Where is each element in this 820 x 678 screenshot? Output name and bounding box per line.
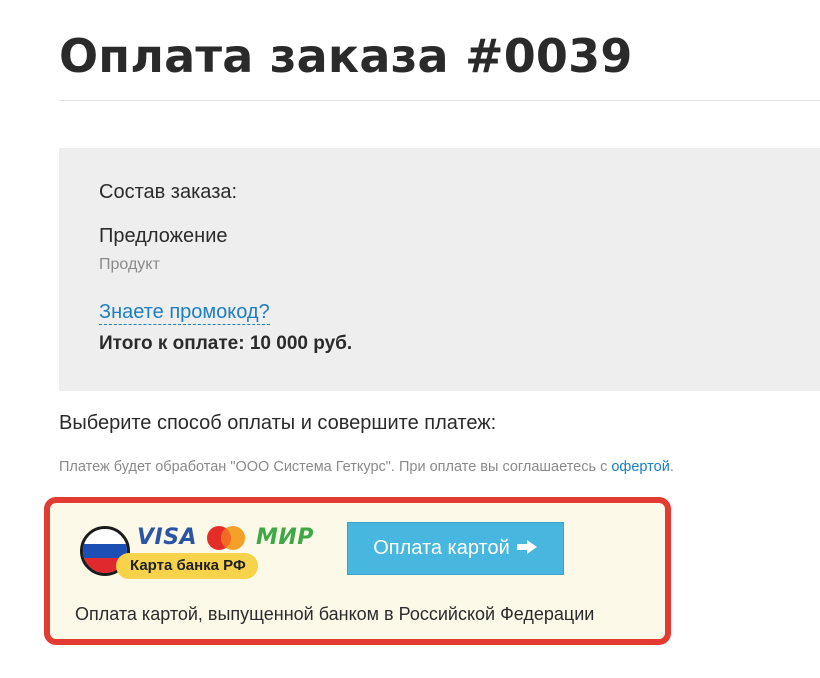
processor-note: Платеж будет обработан "ООО Система Гетк… bbox=[59, 459, 674, 475]
mir-icon: МИР bbox=[256, 525, 314, 550]
card-payment-description: Оплата картой, выпущенной банком в Росси… bbox=[75, 604, 595, 624]
offer-link[interactable]: офертой bbox=[611, 459, 669, 475]
payment-logos: VISA МИР Карта банка РФ bbox=[80, 523, 330, 583]
order-summary: Состав заказа: Предложение Продукт Знает… bbox=[59, 148, 820, 391]
order-heading: Состав заказа: bbox=[99, 181, 238, 203]
visa-icon: VISA bbox=[137, 525, 198, 550]
payment-page: Оплата заказа #0039 Состав заказа: Предл… bbox=[0, 0, 820, 678]
title-divider bbox=[59, 100, 820, 101]
order-total: Итого к оплате: 10 000 руб. bbox=[99, 333, 353, 354]
mastercard-icon bbox=[207, 526, 245, 550]
russian-bank-card-badge: Карта банка РФ bbox=[116, 553, 258, 579]
processor-note-text: Платеж будет обработан "ООО Система Гетк… bbox=[59, 459, 612, 475]
order-item-name: Предложение bbox=[99, 225, 228, 247]
pay-by-card-button-label: Оплата картой bbox=[373, 537, 510, 559]
order-item-type: Продукт bbox=[99, 256, 160, 273]
promo-code-link[interactable]: Знаете промокод? bbox=[99, 300, 270, 325]
choose-payment-heading: Выберите способ оплаты и совершите плате… bbox=[59, 412, 497, 434]
page-title: Оплата заказа #0039 bbox=[59, 29, 633, 83]
card-payment-option[interactable]: VISA МИР Карта банка РФ Оплата картой Оп… bbox=[44, 497, 671, 645]
processor-note-suffix: . bbox=[669, 459, 674, 475]
pay-by-card-button[interactable]: Оплата картой bbox=[347, 522, 564, 575]
arrow-right-icon bbox=[516, 540, 537, 555]
